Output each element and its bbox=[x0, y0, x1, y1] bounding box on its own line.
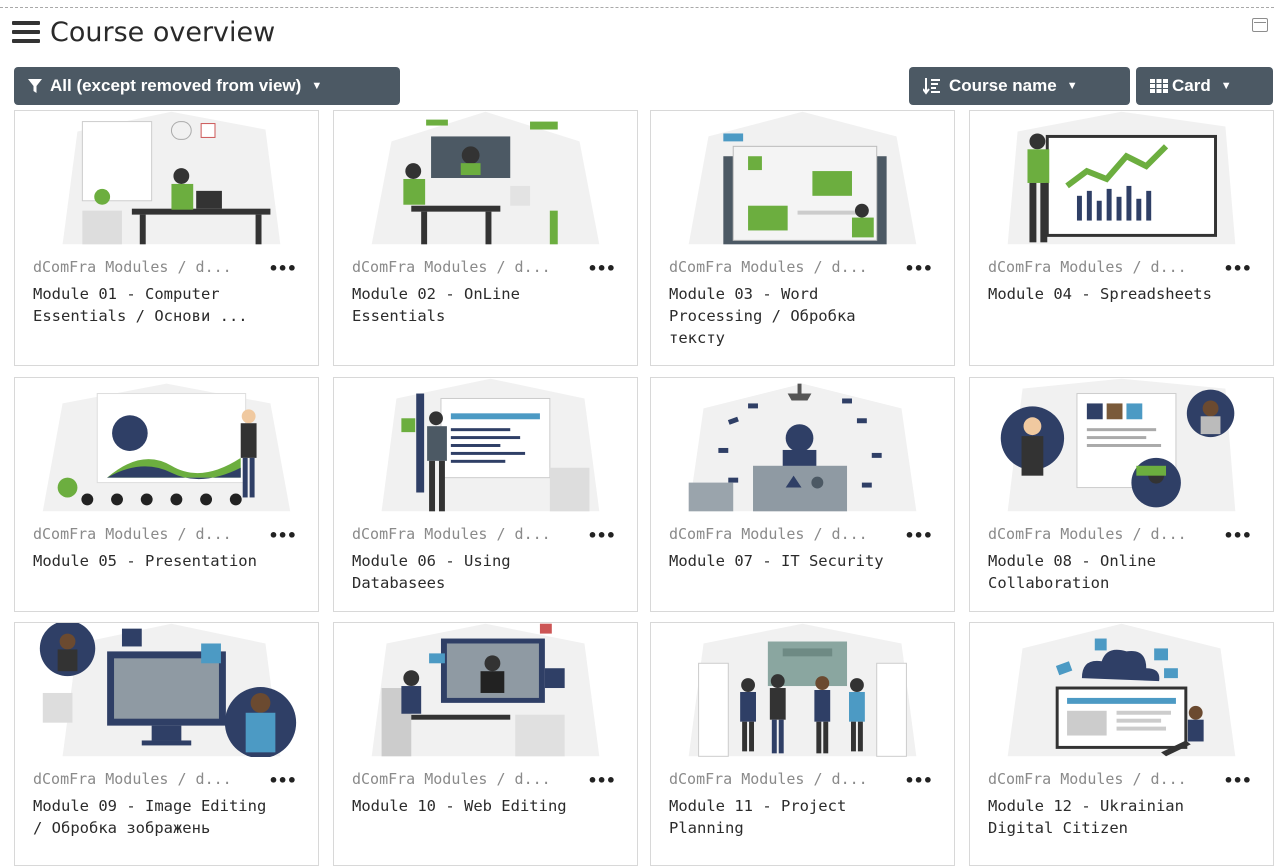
course-card[interactable]: dComFra Modules / d... ••• Module 04 - Spr… bbox=[969, 110, 1274, 366]
course-name-link[interactable]: Module 06 - Using Databasees bbox=[352, 550, 587, 594]
course-image[interactable] bbox=[342, 378, 629, 512]
course-actions-menu-icon[interactable]: ••• bbox=[268, 526, 297, 545]
course-card[interactable]: dComFra Modules / d... ••• Module 11 - Pro… bbox=[650, 622, 955, 866]
view-label: Card bbox=[1172, 76, 1211, 95]
caret-down-icon: ▼ bbox=[311, 80, 323, 92]
course-name-link[interactable]: Module 08 - Online Collaboration bbox=[988, 550, 1223, 594]
course-card[interactable]: dComFra Modules / d... ••• Module 08 - Onl… bbox=[969, 377, 1274, 612]
page-title: Course overview bbox=[50, 16, 276, 48]
hamburger-icon[interactable] bbox=[12, 21, 40, 43]
course-card[interactable]: dComFra Modules / d... ••• Module 02 - OnL… bbox=[333, 110, 638, 366]
course-name-link[interactable]: Module 02 - OnLine Essentials bbox=[352, 283, 587, 327]
course-actions-menu-icon[interactable]: ••• bbox=[1223, 259, 1252, 278]
block-top-border bbox=[0, 7, 1274, 8]
course-card[interactable]: dComFra Modules / d... ••• Module 06 - Usi… bbox=[333, 377, 638, 612]
course-category: dComFra Modules / d... bbox=[33, 258, 232, 276]
course-actions-menu-icon[interactable]: ••• bbox=[1223, 771, 1252, 790]
course-category: dComFra Modules / d... bbox=[988, 525, 1187, 543]
course-actions-menu-icon[interactable]: ••• bbox=[268, 771, 297, 790]
course-image[interactable] bbox=[342, 623, 629, 757]
course-image[interactable] bbox=[23, 111, 310, 245]
course-name-link[interactable]: Module 05 - Presentation bbox=[33, 550, 268, 572]
view-dropdown-button[interactable]: Card ▼ bbox=[1136, 67, 1273, 105]
course-category: dComFra Modules / d... bbox=[669, 525, 868, 543]
course-name-link[interactable]: Module 03 - Word Processing / Обробка те… bbox=[669, 283, 904, 349]
course-category: dComFra Modules / d... bbox=[352, 770, 551, 788]
grid-icon bbox=[1150, 79, 1168, 93]
course-category: dComFra Modules / d... bbox=[988, 770, 1187, 788]
course-image[interactable] bbox=[23, 623, 310, 757]
course-image[interactable] bbox=[978, 111, 1265, 245]
course-card[interactable]: dComFra Modules / d... ••• Module 09 - Ima… bbox=[14, 622, 319, 866]
course-card[interactable]: dComFra Modules / d... ••• Module 07 - IT … bbox=[650, 377, 955, 612]
course-category: dComFra Modules / d... bbox=[352, 525, 551, 543]
course-name-link[interactable]: Module 01 - Computer Essentials / Основи… bbox=[33, 283, 268, 327]
course-card[interactable]: dComFra Modules / d... ••• Module 12 - Ukr… bbox=[969, 622, 1274, 866]
course-category: dComFra Modules / d... bbox=[988, 258, 1187, 276]
sort-label: Course name bbox=[949, 76, 1057, 95]
sort-dropdown-button[interactable]: Course name ▼ bbox=[909, 67, 1130, 105]
course-name-link[interactable]: Module 12 - Ukrainian Digital Citizen bbox=[988, 795, 1223, 839]
course-card[interactable]: dComFra Modules / d... ••• Module 05 - Pre… bbox=[14, 377, 319, 612]
course-actions-menu-icon[interactable]: ••• bbox=[904, 771, 933, 790]
sort-icon bbox=[923, 77, 941, 95]
course-name-link[interactable]: Module 10 - Web Editing bbox=[352, 795, 587, 817]
course-category: dComFra Modules / d... bbox=[33, 525, 232, 543]
block-header: Course overview bbox=[12, 14, 275, 50]
course-category: dComFra Modules / d... bbox=[669, 258, 868, 276]
course-actions-menu-icon[interactable]: ••• bbox=[587, 771, 616, 790]
course-actions-menu-icon[interactable]: ••• bbox=[1223, 526, 1252, 545]
course-image[interactable] bbox=[978, 378, 1265, 512]
course-actions-menu-icon[interactable]: ••• bbox=[587, 526, 616, 545]
course-name-link[interactable]: Module 09 - Image Editing / Обробка зобр… bbox=[33, 795, 268, 839]
course-image[interactable] bbox=[978, 623, 1265, 757]
filter-label: All (except removed from view) bbox=[50, 76, 302, 95]
course-name-link[interactable]: Module 11 - Project Planning bbox=[669, 795, 904, 839]
course-card[interactable]: dComFra Modules / d... ••• Module 01 - Com… bbox=[14, 110, 319, 366]
course-image[interactable] bbox=[342, 111, 629, 245]
collapse-icon[interactable] bbox=[1252, 18, 1268, 32]
course-actions-menu-icon[interactable]: ••• bbox=[268, 259, 297, 278]
funnel-icon bbox=[28, 78, 42, 94]
filter-dropdown-button[interactable]: All (except removed from view) ▼ bbox=[14, 67, 400, 105]
course-image[interactable] bbox=[659, 111, 946, 245]
course-name-link[interactable]: Module 07 - IT Security bbox=[669, 550, 904, 572]
course-image[interactable] bbox=[659, 623, 946, 757]
course-category: dComFra Modules / d... bbox=[669, 770, 868, 788]
course-name-link[interactable]: Module 04 - Spreadsheets bbox=[988, 283, 1223, 305]
course-image[interactable] bbox=[659, 378, 946, 512]
course-card[interactable]: dComFra Modules / d... ••• Module 10 - Web… bbox=[333, 622, 638, 866]
course-category: dComFra Modules / d... bbox=[352, 258, 551, 276]
course-actions-menu-icon[interactable]: ••• bbox=[904, 526, 933, 545]
caret-down-icon: ▼ bbox=[1220, 80, 1232, 92]
course-actions-menu-icon[interactable]: ••• bbox=[904, 259, 933, 278]
caret-down-icon: ▼ bbox=[1066, 80, 1078, 92]
course-actions-menu-icon[interactable]: ••• bbox=[587, 259, 616, 278]
course-image[interactable] bbox=[23, 378, 310, 512]
course-category: dComFra Modules / d... bbox=[33, 770, 232, 788]
course-card[interactable]: dComFra Modules / d... ••• Module 03 - Wor… bbox=[650, 110, 955, 366]
